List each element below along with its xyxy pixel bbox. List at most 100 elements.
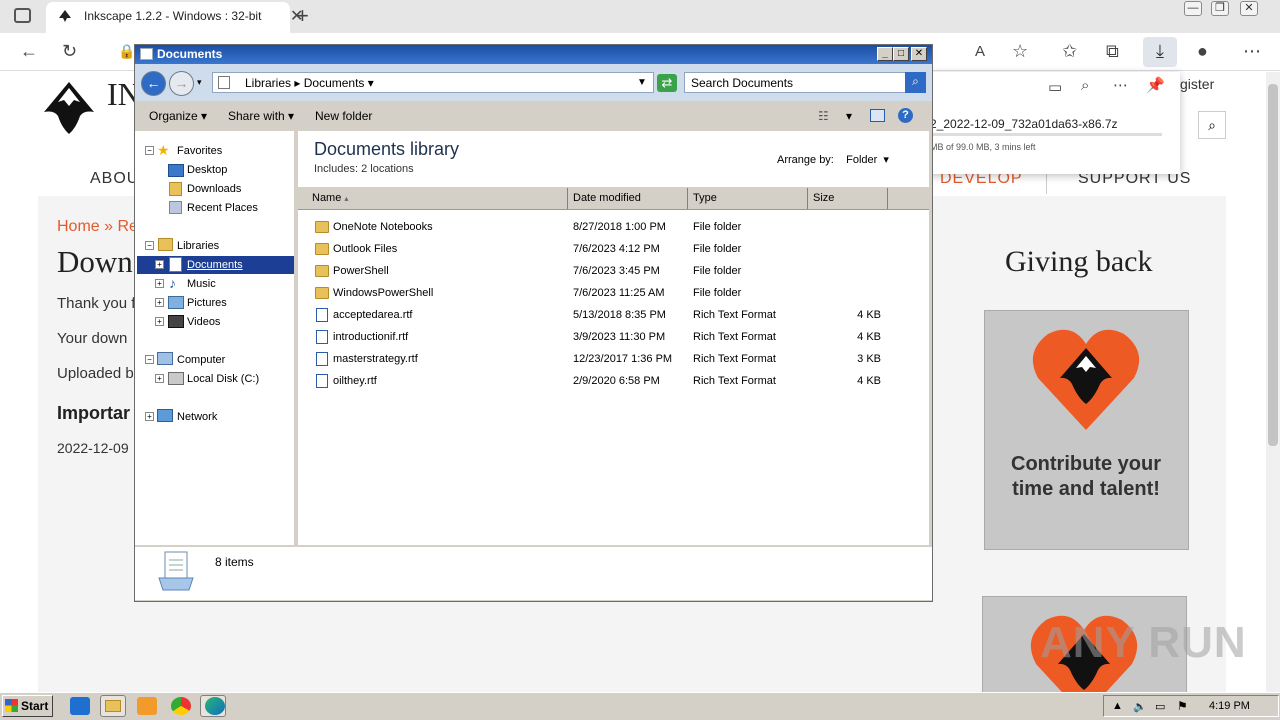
nav-local-disk[interactable]: Local Disk (C:) <box>187 373 259 385</box>
column-name[interactable]: Name ▴ <box>312 192 348 204</box>
file-row[interactable]: masterstrategy.rtf 12/23/2017 1:36 PM Rich… <box>298 348 929 370</box>
collapse-libraries-icon[interactable]: − <box>145 241 154 250</box>
collapse-computer-icon[interactable]: − <box>145 355 154 364</box>
expand-network-icon[interactable]: + <box>145 412 154 421</box>
library-includes[interactable]: Includes: 2 locations <box>314 163 414 175</box>
chevron-right-icon[interactable]: ▸ <box>294 76 303 90</box>
file-row[interactable]: WindowsPowerShell 7/6/2023 11:25 AM File f… <box>298 282 929 304</box>
expand-documents-icon[interactable]: + <box>155 260 164 269</box>
help-icon[interactable]: ? <box>898 108 913 123</box>
nav-recent-places[interactable]: Recent Places <box>187 202 258 214</box>
recent-pages-icon[interactable]: ▾ <box>197 77 202 88</box>
arrange-by-control[interactable]: Arrange by: Folder ▾ <box>777 153 889 166</box>
new-tab-icon[interactable]: + <box>296 3 309 29</box>
view-dropdown-icon[interactable]: ▾ <box>846 109 852 123</box>
file-row[interactable]: OneNote Notebooks 8/27/2018 1:00 PM File f… <box>298 216 929 238</box>
nav-computer[interactable]: Computer <box>177 354 225 366</box>
nav-videos[interactable]: Videos <box>187 316 220 328</box>
expand-pictures-icon[interactable]: + <box>155 298 164 307</box>
nav-libraries[interactable]: Libraries <box>177 240 219 252</box>
breadcrumb[interactable]: Home » Rel <box>57 218 141 236</box>
view-options-icon[interactable]: ☷ <box>818 109 829 123</box>
chevron-down-icon[interactable]: ▾ <box>368 76 374 90</box>
more-options-icon[interactable]: ⋯ <box>1243 41 1261 62</box>
column-date-modified[interactable]: Date modified <box>573 192 641 204</box>
file-row[interactable]: oilthey.rtf 2/9/2020 6:58 PM Rich Text For… <box>298 370 929 392</box>
column-divider[interactable] <box>807 188 808 209</box>
column-divider[interactable] <box>887 188 888 209</box>
refresh-icon[interactable]: ↻ <box>62 41 77 62</box>
open-folder-icon[interactable]: ▭ <box>1048 78 1062 96</box>
collapse-favorites-icon[interactable]: − <box>145 146 154 155</box>
site-search-icon[interactable]: ⌕ <box>1198 111 1226 139</box>
documents-icon <box>169 257 182 272</box>
file-date-modified: 3/9/2023 11:30 PM <box>573 331 666 343</box>
volume-icon[interactable]: 🔈 <box>1133 700 1147 713</box>
address-segment[interactable]: Libraries <box>245 76 291 90</box>
explorer-title[interactable]: Documents <box>135 45 932 64</box>
internet-explorer-icon[interactable] <box>70 697 90 715</box>
downloads-more-icon[interactable]: ⋯ <box>1113 76 1128 94</box>
favorites-icon[interactable]: ✩ <box>1062 41 1077 62</box>
close-window-button[interactable]: ✕ <box>911 47 927 61</box>
search-input[interactable]: Search Documents <box>684 72 926 93</box>
arrange-value[interactable]: Folder <box>846 154 877 166</box>
preview-pane-icon[interactable] <box>870 109 885 122</box>
refresh-icon[interactable]: ⇄ <box>657 74 677 92</box>
restore-browser-button[interactable]: ❐ <box>1211 1 1229 16</box>
explorer-back-button[interactable]: ← <box>141 71 166 96</box>
search-icon[interactable]: ⌕ <box>905 72 926 93</box>
nav-documents[interactable]: Documents <box>187 259 243 271</box>
minimize-window-button[interactable]: _ <box>877 47 893 61</box>
browser-tab[interactable]: Inkscape 1.2.2 - Windows : 32-bit <box>46 2 290 33</box>
maximize-window-button[interactable]: □ <box>893 47 909 61</box>
pin-icon[interactable]: 📌 <box>1146 76 1165 94</box>
file-row[interactable]: introductionif.rtf 3/9/2023 11:30 PM Rich … <box>298 326 929 348</box>
minimize-browser-button[interactable]: — <box>1184 1 1202 16</box>
profile-avatar[interactable]: ● <box>1197 41 1208 62</box>
column-size[interactable]: Size <box>813 192 834 204</box>
register-link[interactable]: gister <box>1180 76 1214 92</box>
details-pane <box>135 545 932 600</box>
column-divider[interactable] <box>567 188 568 209</box>
clock[interactable]: 4:19 PM <box>1209 700 1250 712</box>
address-dropdown-icon[interactable]: ▼ <box>637 77 647 88</box>
tab-actions-icon[interactable] <box>14 8 31 23</box>
read-aloud-icon[interactable]: A <box>975 43 985 60</box>
file-row[interactable]: PowerShell 7/6/2023 3:45 PM File folder <box>298 260 929 282</box>
file-row[interactable]: acceptedarea.rtf 5/13/2018 8:35 PM Rich Te… <box>298 304 929 326</box>
show-hidden-icons-icon[interactable]: ▲ <box>1112 700 1123 712</box>
close-browser-button[interactable]: ✕ <box>1240 1 1258 16</box>
nav-desktop[interactable]: Desktop <box>187 164 227 176</box>
downloads-icon[interactable]: ⤓ <box>1143 37 1177 67</box>
media-player-icon[interactable] <box>137 697 157 715</box>
nav-music[interactable]: Music <box>187 278 216 290</box>
download-filename[interactable]: 2_2022-12-09_732a01da63-x86.7z <box>930 117 1118 131</box>
collections-icon[interactable]: ⧉ <box>1106 41 1119 62</box>
address-segment[interactable]: Documents <box>304 76 365 90</box>
nav-favorites[interactable]: Favorites <box>177 145 222 157</box>
new-folder-button[interactable]: New folder <box>315 109 372 123</box>
back-icon[interactable]: ← <box>20 41 38 62</box>
add-favorite-icon[interactable]: ☆ <box>1012 41 1028 62</box>
expand-local-disk-icon[interactable]: + <box>155 374 164 383</box>
nav-pictures[interactable]: Pictures <box>187 297 227 309</box>
nav-about-link[interactable]: ABOU <box>90 170 139 188</box>
nav-network[interactable]: Network <box>177 411 217 423</box>
folder-icon <box>315 221 329 233</box>
scrollbar-thumb[interactable] <box>1268 84 1278 446</box>
chrome-icon[interactable] <box>171 697 191 715</box>
nav-downloads[interactable]: Downloads <box>187 183 241 195</box>
search-downloads-icon[interactable]: ⌕ <box>1081 77 1089 94</box>
action-center-icon[interactable]: ⚑ <box>1177 699 1188 713</box>
share-with-button[interactable]: Share with ▾ <box>228 109 294 123</box>
column-type[interactable]: Type <box>693 192 717 204</box>
file-row[interactable]: Outlook Files 7/6/2023 4:12 PM File folder <box>298 238 929 260</box>
network-tray-icon[interactable]: ▭ <box>1155 700 1165 713</box>
column-divider[interactable] <box>687 188 688 209</box>
expand-music-icon[interactable]: + <box>155 279 164 288</box>
explorer-forward-button[interactable]: → <box>169 71 194 96</box>
organize-button[interactable]: Organize ▾ <box>149 109 207 123</box>
expand-videos-icon[interactable]: + <box>155 317 164 326</box>
explorer-address-bar[interactable]: Libraries ▸ Documents ▾ <box>212 72 654 93</box>
